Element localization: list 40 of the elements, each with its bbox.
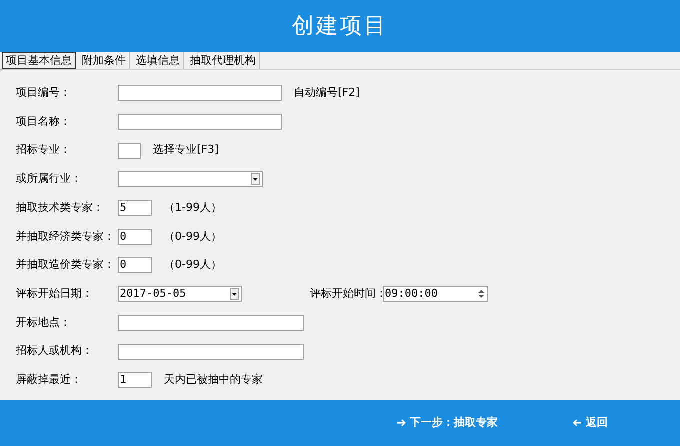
field-label: 并抽取经济类专家： (16, 228, 116, 245)
tab[interactable]: 选填信息 (133, 52, 184, 69)
window-title: 创建项目 (292, 12, 388, 40)
tab[interactable]: 抽取代理机构 (187, 52, 260, 69)
next-button[interactable]: 下一步：抽取专家 (397, 414, 498, 432)
input-field[interactable] (118, 142, 141, 159)
dropdown-field[interactable] (118, 171, 263, 188)
field-label: 招标人或机构： (16, 343, 94, 360)
tab[interactable]: 项目基本信息 (2, 52, 76, 69)
right-arrow-icon (397, 419, 406, 427)
field-label: 评标开始日期： (16, 286, 94, 302)
field-label: 屏蔽掉最近： (16, 372, 83, 388)
input-field[interactable] (118, 85, 282, 102)
input-field[interactable] (118, 114, 282, 130)
field-note: 自动编号[F2] (294, 85, 360, 102)
field-note: （0-99人） (164, 257, 222, 274)
field-note: （0-99人） (164, 228, 222, 245)
input-field[interactable]: 0 (118, 257, 152, 274)
field-note: 选择专业[F3] (153, 142, 219, 158)
field-label: 或所属行业： (16, 171, 83, 188)
field-label: 开标地点： (16, 314, 72, 331)
field-label: 评标开始时间： (310, 286, 383, 302)
input-field[interactable] (118, 314, 304, 331)
input-field[interactable]: 5 (118, 200, 152, 216)
field-label: 抽取技术类专家： (16, 200, 105, 216)
time-spinner[interactable]: 09:00:00 (383, 286, 488, 302)
input-field[interactable]: 1 (118, 372, 152, 388)
field-label: 项目名称： (16, 114, 72, 130)
left-arrow-icon (573, 419, 582, 427)
field-note: 天内已被抽中的专家 (164, 372, 263, 388)
field-note: （1-99人） (164, 200, 222, 216)
field-label: 项目编号： (16, 85, 72, 102)
spinner-arrows-icon (478, 288, 485, 300)
back-button[interactable]: 返回 (573, 414, 608, 432)
input-field[interactable] (118, 344, 304, 360)
tab[interactable]: 附加条件 (79, 52, 130, 69)
date-picker[interactable]: 2017-05-05 (118, 286, 242, 302)
input-field[interactable]: 0 (118, 228, 152, 245)
field-label: 招标专业： (16, 142, 72, 158)
field-label: 并抽取造价类专家： (16, 257, 116, 274)
